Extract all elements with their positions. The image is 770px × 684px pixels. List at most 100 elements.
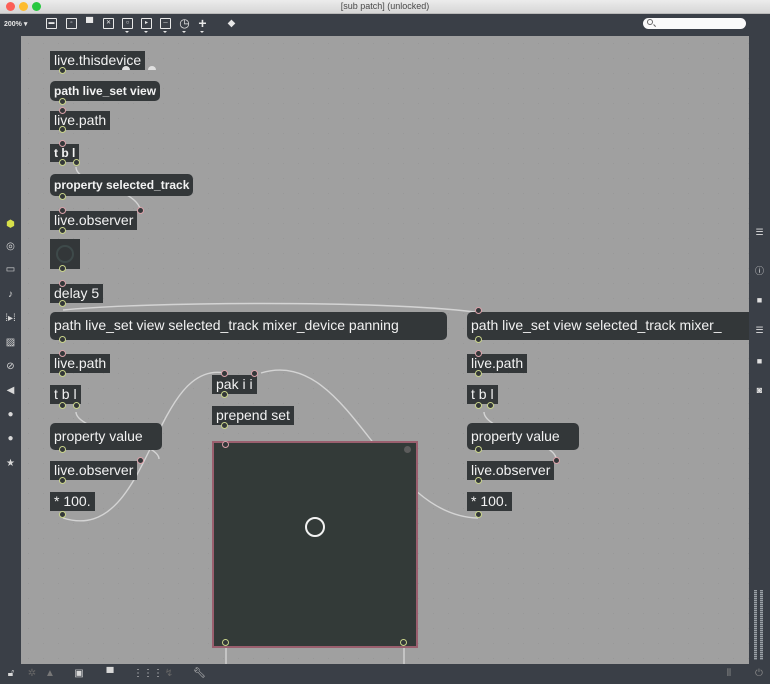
outlet[interactable] [475, 511, 482, 518]
star-icon[interactable]: ★ [4, 457, 17, 470]
property-selected-track-message[interactable]: property selected_track [47, 171, 196, 199]
presentation-icon[interactable]: ▬ [46, 18, 57, 29]
slider-icon-caret[interactable] [163, 31, 167, 33]
outlet[interactable] [59, 126, 66, 133]
slider-icon[interactable]: ─ [160, 18, 171, 29]
outlet[interactable] [222, 639, 229, 646]
search-input[interactable] [643, 18, 746, 29]
outlet[interactable] [59, 265, 66, 272]
info-icon[interactable]: ⓘ [754, 266, 765, 277]
cube-icon[interactable]: ⬢ [4, 218, 17, 231]
outlet[interactable] [487, 402, 494, 409]
outlet[interactable] [59, 98, 66, 105]
clip-icon[interactable]: ▭ [4, 263, 17, 276]
outlet[interactable] [475, 446, 482, 453]
pictslider-knob[interactable] [305, 517, 325, 537]
outlet[interactable] [475, 402, 482, 409]
add-icon-caret[interactable] [200, 31, 204, 33]
zoom-level-select[interactable]: 200% ▾ [4, 20, 27, 28]
list-icon[interactable]: ☰ [754, 227, 765, 238]
pak-object[interactable]: pak i i [210, 372, 259, 397]
outlet[interactable] [475, 370, 482, 377]
inlet[interactable] [475, 350, 482, 357]
inlet[interactable] [59, 280, 66, 287]
outlet[interactable] [59, 193, 66, 200]
outlet[interactable] [475, 477, 482, 484]
inlet[interactable] [222, 441, 229, 448]
property-value-right-message[interactable]: property value [465, 420, 581, 453]
paperclip-icon[interactable]: ⊘ [4, 360, 17, 373]
delay-object[interactable]: delay 5 [47, 281, 106, 306]
outlet[interactable] [59, 336, 66, 343]
inlet[interactable] [221, 370, 228, 377]
add-icon[interactable]: + [197, 16, 208, 30]
inlet[interactable] [553, 457, 560, 464]
path-mixer-message[interactable]: path live_set view selected_track mixer_ [465, 309, 749, 343]
book-icon[interactable]: ■ [754, 295, 765, 306]
inlet[interactable] [251, 370, 258, 377]
inlet[interactable] [59, 140, 66, 147]
pictslider[interactable] [212, 441, 418, 648]
inlet[interactable] [475, 307, 482, 314]
resize-handle[interactable] [404, 446, 411, 453]
multiply-right-object[interactable]: * 100. [465, 489, 514, 514]
toggle-icon[interactable]: ✕ [103, 18, 114, 29]
outlet[interactable] [59, 67, 66, 74]
dial-icon[interactable]: ◷ [179, 17, 190, 29]
windows-icon[interactable]: ▣ [73, 668, 85, 680]
outlet[interactable] [59, 370, 66, 377]
camera-icon[interactable]: ◙ [754, 385, 765, 396]
trigger-tbl-right-object[interactable]: t b l [465, 382, 500, 407]
dial-icon-caret[interactable] [182, 31, 186, 33]
outlet[interactable] [59, 511, 66, 518]
target-icon[interactable]: ◎ [4, 240, 17, 253]
inlet[interactable] [137, 207, 144, 214]
outlet[interactable] [59, 300, 66, 307]
wrench-icon[interactable]: 🔧︎ [193, 668, 206, 680]
patch-cord-icon[interactable]: ↯ [163, 668, 175, 680]
outlet[interactable] [73, 159, 80, 166]
mixer-icon[interactable]: ⦀ [723, 668, 735, 680]
object-box-icon[interactable]: ▫ [66, 18, 77, 29]
button-icon-caret[interactable] [125, 31, 129, 33]
outlet[interactable] [221, 422, 228, 429]
paint-bucket-icon[interactable]: ◆ [226, 18, 237, 29]
inlet[interactable] [137, 457, 144, 464]
power-icon[interactable]: ⏻ [753, 668, 765, 680]
bang-button[interactable] [50, 239, 80, 269]
presentation-mode-icon[interactable]: ▀ [104, 668, 116, 680]
circle-b-icon[interactable]: ● [4, 432, 17, 445]
warning-icon[interactable]: ▲ [44, 668, 56, 680]
outlet[interactable] [475, 336, 482, 343]
outlet[interactable] [400, 639, 407, 646]
patcher-canvas[interactable]: live.thisdevice path live_set view live.… [21, 36, 749, 664]
path-panning-message[interactable]: path live_set view selected_track mixer_… [48, 309, 449, 343]
outlet[interactable] [59, 446, 66, 453]
table-icon[interactable]: ☰ [754, 325, 765, 336]
music-note-icon[interactable]: ♪ [4, 288, 17, 301]
grid-icon[interactable]: ⋮⋮⋮ [133, 668, 163, 680]
image-icon[interactable]: ▨ [4, 336, 17, 349]
comment-icon[interactable]: ▀ [84, 18, 95, 29]
inlet[interactable] [59, 207, 66, 214]
lock-icon[interactable]: 🔓︎ [5, 668, 17, 680]
book-open-icon[interactable]: ■ [754, 356, 765, 367]
outlet[interactable] [59, 477, 66, 484]
inlet[interactable] [59, 107, 66, 114]
outlet[interactable] [59, 402, 66, 409]
outlet[interactable] [59, 159, 66, 166]
outlet[interactable] [59, 227, 66, 234]
play-icon-caret[interactable] [144, 31, 148, 33]
plug-icon[interactable]: ◀ [4, 384, 17, 397]
circle-p-icon[interactable]: ● [4, 408, 17, 421]
property-value-left-message[interactable]: property value [48, 420, 164, 453]
outlet[interactable] [221, 391, 228, 398]
play-icon[interactable]: ▸ [141, 18, 152, 29]
path-live-set-view-message[interactable]: path live_set view [47, 78, 163, 104]
multiply-left-object[interactable]: * 100. [48, 489, 97, 514]
outlet[interactable] [73, 402, 80, 409]
button-icon[interactable]: ○ [122, 18, 133, 29]
inlet[interactable] [59, 350, 66, 357]
debug-icon[interactable]: ✲ [26, 668, 38, 680]
media-icon[interactable]: ⁞▸⁞ [4, 312, 17, 325]
